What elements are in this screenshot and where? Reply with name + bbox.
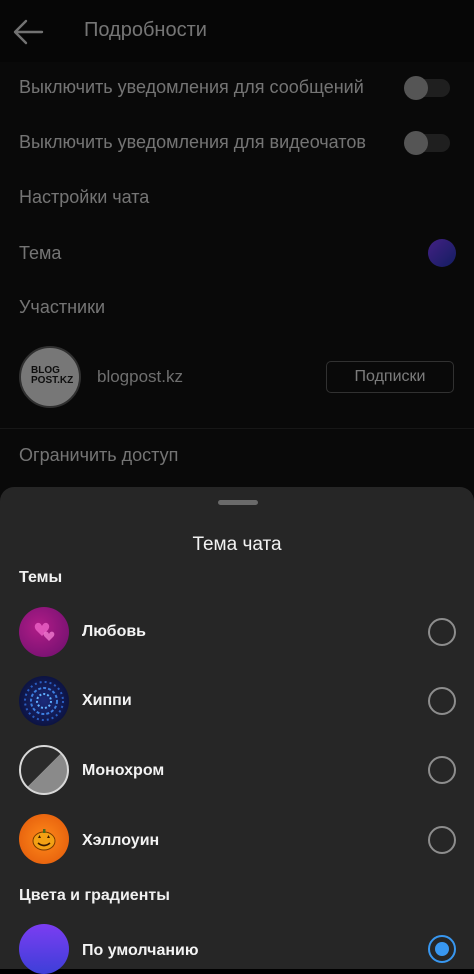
monochrome-theme-icon[interactable] xyxy=(19,745,69,795)
theme-radio[interactable] xyxy=(428,687,456,715)
colors-heading: Цвета и градиенты xyxy=(19,887,170,904)
theme-radio[interactable] xyxy=(428,756,456,784)
halloween-theme-icon[interactable] xyxy=(19,814,69,864)
theme-option-label: Монохром xyxy=(82,762,165,779)
theme-option-label: Любовь xyxy=(82,623,147,640)
sheet-drag-handle[interactable] xyxy=(218,500,258,505)
hippie-theme-icon[interactable] xyxy=(19,676,69,726)
theme-radio[interactable] xyxy=(428,826,456,854)
love-theme-icon[interactable] xyxy=(19,607,69,657)
sheet-title: Тема чата xyxy=(192,534,282,555)
radio-dot xyxy=(435,942,449,956)
theme-option-label: Хиппи xyxy=(82,692,132,709)
theme-option-label: Хэллоуин xyxy=(82,832,160,849)
default-color-icon[interactable] xyxy=(19,924,69,974)
color-radio-selected[interactable] xyxy=(428,935,456,963)
theme-radio[interactable] xyxy=(428,618,456,646)
themes-heading: Темы xyxy=(19,569,63,586)
theme-bottom-sheet: Тема чата Темы Любовь Хиппи Монохром Хэл… xyxy=(0,487,474,974)
color-option-label: По умолчанию xyxy=(82,942,199,959)
